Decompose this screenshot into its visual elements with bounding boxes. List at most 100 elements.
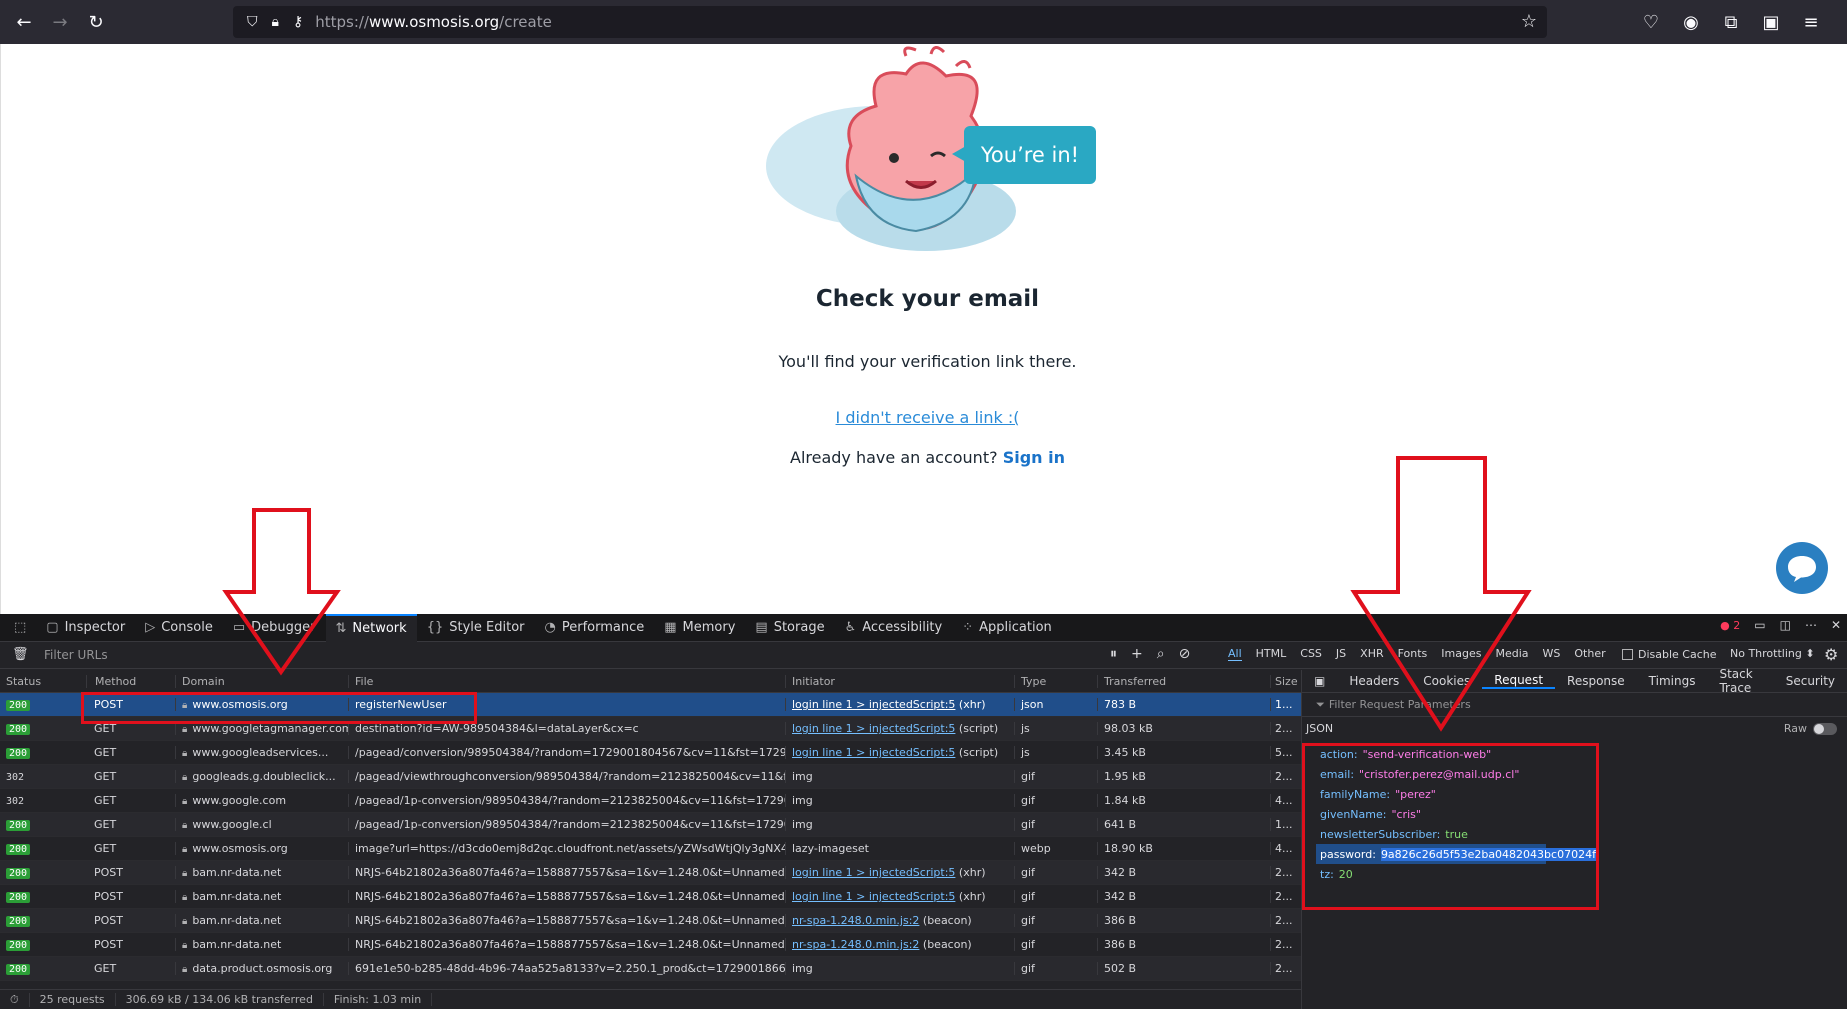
initiator-link[interactable]: login line 1 > injectedScript:5	[792, 722, 955, 735]
checkbox-box[interactable]	[1622, 649, 1633, 660]
filter-all[interactable]: All	[1228, 647, 1242, 661]
col-header-file[interactable]: File	[348, 674, 785, 688]
block-icon[interactable]: ⊘	[1179, 646, 1191, 662]
domain-cell: 🔒︎ data.product.osmosis.org	[175, 962, 348, 975]
filter-css[interactable]: CSS	[1300, 647, 1322, 661]
filter-media[interactable]: Media	[1495, 647, 1528, 661]
reload-icon[interactable]: ↻	[78, 4, 114, 40]
initiator-link[interactable]: login line 1 > injectedScript:5	[792, 866, 955, 879]
col-header-size[interactable]: Size	[1270, 674, 1301, 688]
filter-xhr[interactable]: XHR	[1360, 647, 1383, 661]
tab-application[interactable]: ⁘ Application	[952, 614, 1062, 642]
plus-icon[interactable]: +	[1131, 646, 1143, 662]
table-row[interactable]: 302 GET 🔒︎ www.google.com/pagead/1p-convers…	[0, 789, 1301, 813]
initiator-link[interactable]: login line 1 > injectedScript:5	[792, 890, 955, 903]
tab-console[interactable]: ▷ Console	[135, 614, 223, 642]
tab-cookies[interactable]: Cookies	[1411, 674, 1482, 688]
tab-request[interactable]: Request	[1482, 673, 1556, 689]
key-icon[interactable]: ⚷	[293, 14, 303, 30]
tab-timings[interactable]: Timings	[1637, 674, 1708, 688]
col-header-status[interactable]: Status	[0, 675, 86, 688]
settings-gear-icon[interactable]: ⚙	[1824, 645, 1838, 664]
type-cell: gif	[1014, 938, 1097, 951]
status-badge: 200	[6, 964, 31, 975]
profile-icon[interactable]: ▣	[1753, 4, 1789, 40]
col-header-method[interactable]: Method	[86, 674, 175, 688]
more-options-icon[interactable]: ⋯	[1805, 618, 1817, 632]
initiator-cell: login line 1 > injectedScript:5 (xhr)	[785, 866, 1014, 879]
chat-widget-button[interactable]	[1776, 542, 1828, 594]
table-row[interactable]: 200 GET 🔒︎ www.google.cl/pagead/1p-conversi…	[0, 813, 1301, 837]
disable-cache-checkbox[interactable]: Disable Cache	[1622, 648, 1717, 661]
lock-icon: 🔒︎	[182, 796, 188, 807]
raw-toggle[interactable]: Raw	[1784, 722, 1837, 735]
dock-icon[interactable]: ◫	[1780, 618, 1791, 632]
tab-debugger[interactable]: ▭ Debugger	[223, 614, 326, 642]
close-devtools-icon[interactable]: ✕	[1831, 618, 1841, 632]
tab-performance[interactable]: ◔ Performance	[535, 614, 655, 642]
filter-other[interactable]: Other	[1574, 647, 1605, 661]
tab-network[interactable]: ⇅ Network	[325, 613, 417, 642]
col-header-initiator[interactable]: Initiator	[785, 674, 1014, 688]
bookmark-star-icon[interactable]: ☆	[1521, 11, 1537, 32]
menu-icon[interactable]: ≡	[1793, 4, 1829, 40]
url-bar[interactable]: ⛉ 🔒︎ ⚷ https://www.osmosis.org/create ☆	[233, 6, 1547, 38]
lock-icon[interactable]: 🔒︎	[272, 14, 279, 30]
col-header-type[interactable]: Type	[1014, 674, 1097, 688]
filter-js[interactable]: JS	[1336, 647, 1346, 661]
trash-icon[interactable]: 🗑︎	[12, 647, 29, 662]
tab-memory[interactable]: ▦ Memory	[654, 614, 745, 642]
table-row[interactable]: 200 POST 🔒︎ bam.nr-data.net NRJS-64b21802a36…	[0, 909, 1301, 933]
tab-style-editor[interactable]: {} Style Editor	[417, 614, 535, 642]
account-icon[interactable]: ◉	[1673, 4, 1709, 40]
file-cell: NRJS-64b21802a36a807fa46?a=1588877557&sa…	[348, 890, 785, 903]
search-icon[interactable]: ⌕	[1157, 646, 1165, 662]
tab-security[interactable]: Security	[1774, 674, 1847, 688]
initiator-link[interactable]: login line 1 > injectedScript:5	[792, 698, 955, 711]
extensions-icon[interactable]: ⧉	[1713, 4, 1749, 40]
status-cell: 200	[0, 866, 86, 879]
error-count-badge[interactable]: ● 2	[1720, 619, 1740, 632]
tab-accessibility[interactable]: ♿︎ Accessibility	[835, 614, 953, 642]
tab-headers[interactable]: Headers	[1337, 674, 1411, 688]
raw-switch[interactable]	[1813, 722, 1837, 735]
json-section-header[interactable]: JSON Raw	[1302, 717, 1847, 740]
resend-link[interactable]: I didn't receive a link :(	[1, 408, 1847, 427]
tab-stack-trace[interactable]: Stack Trace	[1707, 667, 1773, 695]
pocket-icon[interactable]: ♡	[1633, 4, 1669, 40]
file-cell: NRJS-64b21802a36a807fa46?a=1588877557&sa…	[348, 914, 785, 927]
status-cell: 302	[0, 794, 86, 807]
filter-ws[interactable]: WS	[1543, 647, 1561, 661]
pause-icon[interactable]: ⏸︎	[1110, 646, 1117, 662]
col-header-transferred[interactable]: Transferred	[1097, 674, 1270, 688]
initiator-link[interactable]: login line 1 > injectedScript:5	[792, 746, 955, 759]
table-row[interactable]: 200 GET 🔒︎ data.product.osmosis.org 691e1e50…	[0, 957, 1301, 981]
toggle-sidebar-icon[interactable]: ▣	[1302, 674, 1337, 688]
element-picker-icon[interactable]: ⬚	[4, 614, 36, 642]
filter-request-params-input[interactable]: ⏷ Filter Request Parameters	[1302, 693, 1847, 717]
back-icon[interactable]: ←	[6, 4, 42, 40]
table-row[interactable]: 200 POST 🔒︎ bam.nr-data.net NRJS-64b21802a36…	[0, 861, 1301, 885]
tab-storage[interactable]: ▤ Storage	[745, 614, 834, 642]
tab-response[interactable]: Response	[1555, 674, 1637, 688]
table-row[interactable]: 200 POST 🔒︎ bam.nr-data.net NRJS-64b21802a36…	[0, 885, 1301, 909]
url-text[interactable]: https://www.osmosis.org/create	[315, 13, 552, 31]
domain-cell: 🔒︎ www.google.cl	[175, 818, 348, 831]
initiator-link[interactable]: nr-spa-1.248.0.min.js:2	[792, 938, 919, 951]
throttling-select[interactable]: No Throttling ⬍	[1730, 647, 1815, 660]
initiator-link[interactable]: nr-spa-1.248.0.min.js:2	[792, 914, 919, 927]
table-row[interactable]: 200 GET 🔒︎ www.googleadservices.../pagead/c…	[0, 741, 1301, 765]
shield-icon[interactable]: ⛉	[247, 14, 258, 30]
tab-inspector[interactable]: ▢ Inspector	[36, 614, 135, 642]
signin-link[interactable]: Sign in	[1003, 448, 1065, 467]
filter-images[interactable]: Images	[1441, 647, 1481, 661]
filter-urls-input[interactable]: Filter URLs	[44, 648, 108, 662]
table-row[interactable]: 200 POST 🔒︎ bam.nr-data.net NRJS-64b21802a36…	[0, 933, 1301, 957]
responsive-mode-icon[interactable]: ▭	[1754, 618, 1765, 632]
filter-html[interactable]: HTML	[1256, 647, 1287, 661]
forward-icon[interactable]: →	[42, 4, 78, 40]
filter-fonts[interactable]: Fonts	[1398, 647, 1428, 661]
table-row[interactable]: 302 GET 🔒︎ googleads.g.doubleclick.../pagea…	[0, 765, 1301, 789]
col-header-domain[interactable]: Domain	[175, 674, 348, 688]
table-row[interactable]: 200 GET 🔒︎ www.osmosis.org image?url=https:/…	[0, 837, 1301, 861]
